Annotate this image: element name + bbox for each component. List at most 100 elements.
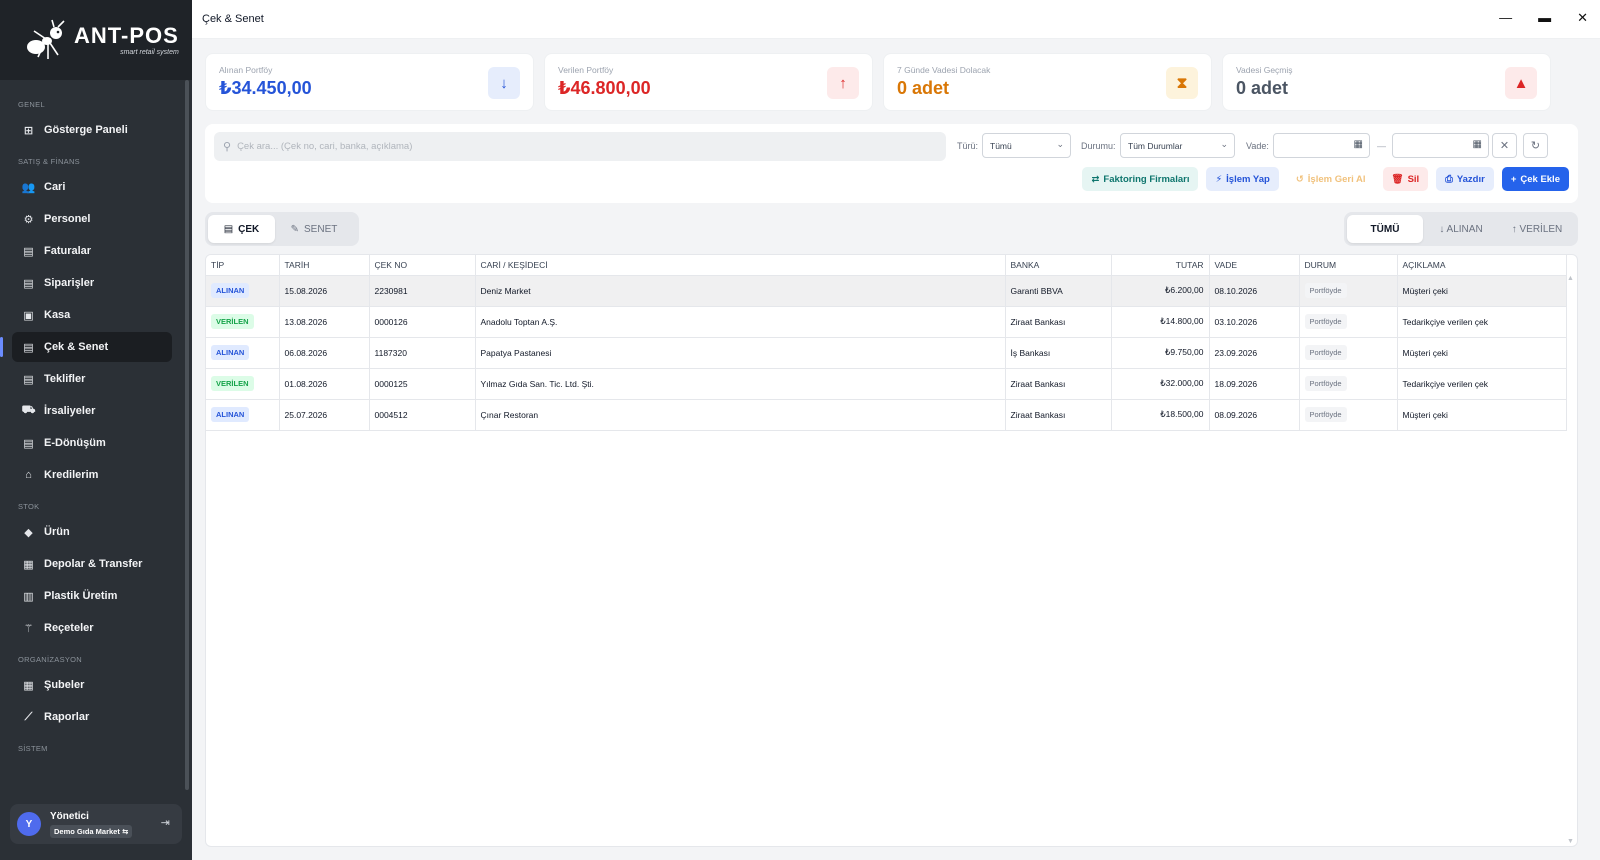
sidebar-item[interactable]: ⚚ Reçeteler [12, 613, 172, 643]
document-icon: ▤ [223, 223, 234, 235]
logout-icon[interactable]: ⇥ [161, 816, 170, 829]
sidebar-item[interactable]: ▤ Çek & Senet [0, 332, 172, 362]
sidebar-item[interactable]: ▣ Kasa [12, 300, 172, 330]
table-row[interactable]: ALINAN 15.08.2026 2230981 Deniz Market Garan… [206, 275, 1567, 307]
action-button[interactable]: 🗑 Sil [1382, 167, 1429, 191]
cell-status: Portföyde [1299, 337, 1398, 369]
action-button[interactable]: ↺ İşlem Geri Al [1286, 167, 1375, 191]
clear-filter-button[interactable]: ✕ [1492, 133, 1517, 158]
cell-due: 03.10.2026 [1209, 306, 1300, 338]
cell-due: 08.09.2026 [1209, 399, 1300, 431]
cell-description: Tedarikçiye verilen çek [1397, 368, 1567, 400]
action-button[interactable]: ⇄ Faktoring Firmaları [1082, 167, 1199, 191]
table-row[interactable]: ALINAN 06.08.2026 1187320 Papatya Pastanesi… [206, 337, 1567, 369]
sidebar-item[interactable]: ▥ Plastik Üretim [12, 581, 172, 611]
sidebar-item[interactable]: ◆ Ürün [12, 517, 172, 547]
column-header[interactable]: DURUM [1299, 255, 1398, 276]
column-header[interactable]: TARİH [279, 255, 370, 276]
column-header[interactable]: AÇIKLAMA [1397, 255, 1567, 276]
sidebar-item[interactable]: 👥 Cari [12, 172, 172, 202]
action-button-label: Yazdır [1456, 173, 1485, 185]
type-badge: VERİLEN [211, 314, 254, 329]
cell-check-no: 0000126 [369, 306, 476, 338]
cell-status: Portföyde [1299, 399, 1398, 431]
sidebar-item[interactable]: ⟋ Raporlar [12, 702, 172, 732]
sidebar-item[interactable]: ▤ Teklifler [12, 364, 172, 394]
sidebar-item[interactable]: ⚙ Personel [12, 204, 172, 234]
column-header[interactable]: CARİ / KEŞİDECİ [475, 255, 1006, 276]
type-select[interactable]: Tümü ⌄ [982, 133, 1071, 158]
status-select[interactable]: Tüm Durumlar ⌄ [1120, 133, 1235, 158]
table-row[interactable]: VERİLEN 01.08.2026 0000125 Yılmaz Gıda San.… [206, 368, 1567, 400]
print-icon: ⎙ [1445, 173, 1453, 185]
branch-name: Demo Gıda Market [54, 826, 120, 836]
calendar-icon[interactable]: ▦ [1354, 139, 1363, 150]
tab-direction[interactable]: ↓ ALINAN [1423, 215, 1499, 243]
minimize-icon[interactable]: — [1499, 10, 1512, 26]
table-row[interactable]: VERİLEN 13.08.2026 0000126 Anadolu Toptan A… [206, 306, 1567, 338]
sidebar-item[interactable]: ⛟ İrsaliyeler [12, 396, 172, 426]
search-input[interactable] [237, 141, 918, 152]
undo-icon: ↺ [1295, 173, 1304, 185]
action-button[interactable]: ⎙ Yazdır [1436, 167, 1494, 191]
cell-party: Çınar Restoran [475, 399, 1006, 431]
cell-amount: ₺32.000,00 [1111, 368, 1210, 400]
cell-bank: Ziraat Bankası [1005, 306, 1112, 338]
summary-card: 7 Günde Vadesi Dolacak 0 adet ⧗ [883, 53, 1212, 111]
wallet-icon: ▣ [23, 309, 34, 322]
table-scrollbar[interactable]: ▲ ▼ [1567, 275, 1575, 845]
offer-icon: ▤ [23, 373, 34, 386]
action-button[interactable]: + Çek Ekle [1501, 167, 1569, 191]
cell-description: Müşteri çeki [1397, 275, 1567, 307]
due-start-date[interactable]: ▦ [1273, 133, 1370, 158]
cell-party: Yılmaz Gıda San. Tic. Ltd. Şti. [475, 368, 1006, 400]
user-card[interactable]: Y Yönetici Demo Gıda Market ⇆ ⇥ [10, 804, 182, 844]
tab-label: TÜMÜ [1370, 223, 1400, 235]
logo[interactable]: ANT-POS smart retail system [0, 0, 192, 80]
tab-direction[interactable]: TÜMÜ [1347, 215, 1423, 243]
sidebar-item[interactable]: ▤ E-Dönüşüm [12, 428, 172, 458]
tab-document-type[interactable]: ✎ SENET [275, 215, 353, 243]
branch-switcher[interactable]: Demo Gıda Market ⇆ [50, 824, 133, 838]
scroll-up-icon[interactable]: ▲ [1567, 275, 1574, 282]
warehouse-icon: ▦ [23, 558, 34, 571]
action-button[interactable]: ⚡ İşlem Yap [1206, 167, 1279, 191]
avatar: Y [17, 812, 41, 836]
sidebar-item-label: Gösterge Paneli [44, 124, 128, 136]
calendar-icon[interactable]: ▦ [1473, 139, 1482, 150]
close-icon[interactable]: ✕ [1577, 10, 1588, 26]
sidebar-item[interactable]: ▦ Şubeler [12, 670, 172, 700]
column-header[interactable]: BANKA [1005, 255, 1112, 276]
sidebar-item[interactable]: ⌂ Kredilerim [12, 460, 172, 490]
cell-party: Papatya Pastanesi [475, 337, 1006, 369]
scroll-down-icon[interactable]: ▼ [1567, 838, 1574, 845]
tab-document-type[interactable]: ▤ ÇEK [208, 215, 275, 243]
sidebar-item[interactable]: ⊞ Gösterge Paneli [12, 115, 172, 145]
check-icon: ▤ [23, 341, 34, 354]
trash-icon: 🗑 [1391, 173, 1404, 185]
table-row[interactable]: ALINAN 25.07.2026 0004512 Çınar Restoran Zir… [206, 399, 1567, 431]
refresh-button[interactable]: ↻ [1523, 133, 1548, 158]
column-header[interactable]: TİP [206, 255, 280, 276]
sidebar-item[interactable]: ▤ Faturalar [12, 236, 172, 266]
column-header[interactable]: TUTAR [1111, 255, 1210, 276]
due-filter-label: Vade: [1246, 141, 1269, 151]
cell-date: 13.08.2026 [279, 306, 370, 338]
document-type-tabs: ▤ ÇEK ✎ SENET [205, 212, 359, 246]
sidebar-item[interactable]: ▦ Depolar & Transfer [12, 549, 172, 579]
sidebar-item[interactable]: ▤ Siparişler [12, 268, 172, 298]
factoring-icon: ⇄ [1091, 173, 1100, 185]
table-body: ALINAN 15.08.2026 2230981 Deniz Market Garan… [206, 275, 1567, 431]
maximize-icon[interactable]: ▬ [1538, 10, 1551, 26]
tab-direction[interactable]: ↑ VERİLEN [1499, 215, 1575, 243]
dashboard-icon: ⊞ [23, 124, 34, 137]
search-box[interactable]: ⚲ [214, 132, 946, 161]
cell-description: Müşteri çeki [1397, 337, 1567, 369]
sidebar-item-label: E-Dönüşüm [44, 437, 106, 449]
column-header[interactable]: ÇEK NO [369, 255, 476, 276]
cell-due: 23.09.2026 [1209, 337, 1300, 369]
due-end-date[interactable]: ▦ [1392, 133, 1489, 158]
e-document-icon: ▤ [23, 437, 34, 450]
column-header[interactable]: VADE [1209, 255, 1300, 276]
sidebar-scrollbar[interactable] [185, 80, 189, 790]
